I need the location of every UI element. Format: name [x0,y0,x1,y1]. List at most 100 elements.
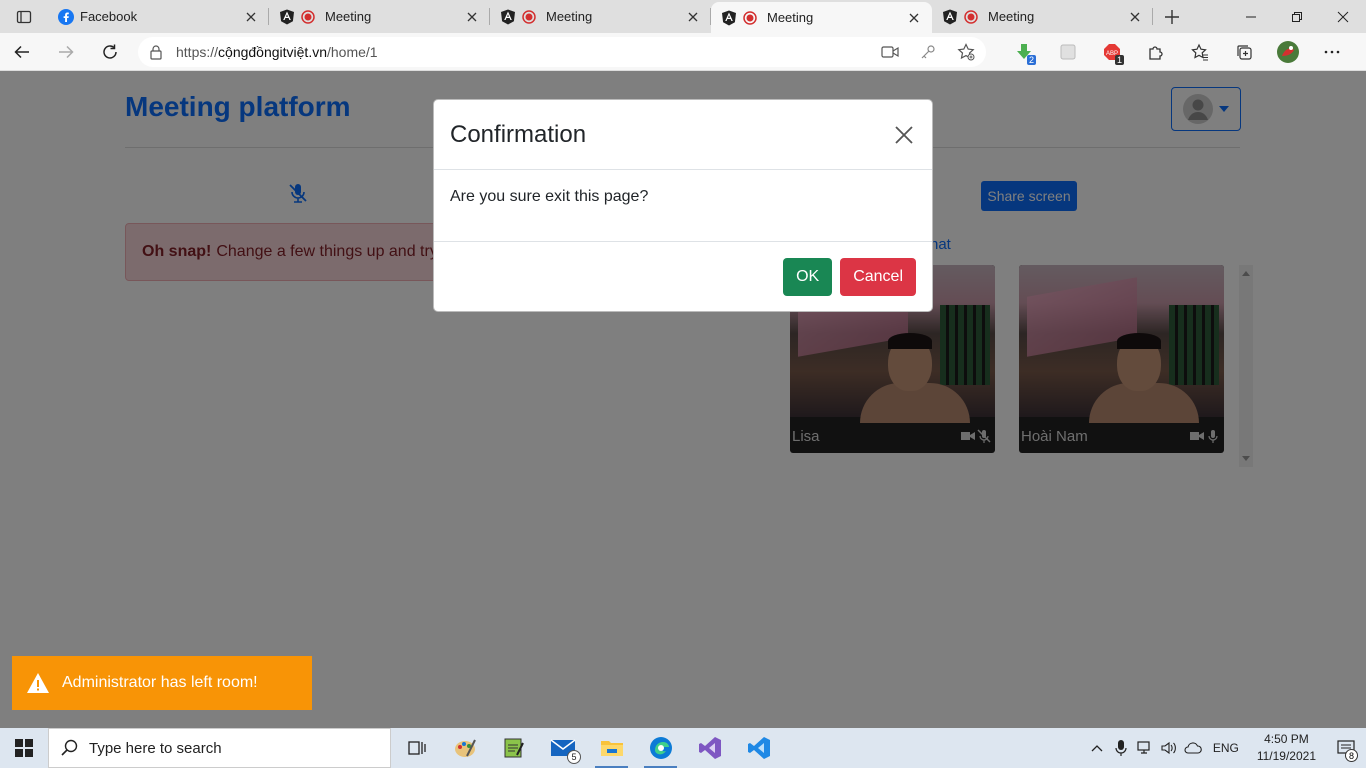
more-icon[interactable] [1310,33,1354,71]
favorites-icon[interactable] [1178,33,1222,71]
dialog-header: Confirmation [434,100,932,170]
recording-icon [743,10,757,25]
grey-extension-icon[interactable] [1046,33,1090,71]
browser-tab-strip: Facebook Meeting Meeting Meeting Meeting [0,0,1366,33]
puzzle-icon[interactable] [1134,33,1178,71]
refresh-icon [103,44,117,59]
dialog-footer: OK Cancel [434,242,932,312]
network-icon[interactable] [1133,728,1157,768]
extension-badge: 2 [1026,54,1036,65]
volume-icon[interactable] [1157,728,1181,768]
vscode-icon[interactable] [734,728,783,768]
edge-browser-icon[interactable] [636,728,685,768]
mail-app-icon[interactable]: 5 [538,728,587,768]
close-tab-icon[interactable] [685,9,701,25]
mail-unread-count: 5 [567,750,581,764]
dialog-title: Confirmation [450,120,587,148]
tab-title: Facebook [80,9,138,24]
lock-icon[interactable] [148,44,164,60]
address-bar[interactable]: https://cộngđồngitviệt.vn/home/1 [138,36,986,67]
dialog-message: Are you sure exit this page? [434,170,932,242]
angular-icon [501,9,515,24]
add-favorite-icon[interactable] [956,42,976,62]
minimize-icon [1246,16,1256,17]
plus-icon [1165,9,1179,24]
recording-icon [301,9,315,24]
search-icon [61,739,78,756]
action-center-button[interactable]: 8 [1326,728,1366,768]
cancel-button[interactable]: Cancel [840,258,916,296]
windows-logo-icon [15,739,33,757]
refresh-button[interactable] [88,33,132,71]
recording-icon [522,9,536,24]
input-language[interactable]: ENG [1213,741,1239,755]
clock-date: 11/19/2021 [1256,749,1316,763]
recording-icon [964,9,978,24]
tab-title: Meeting [325,9,372,24]
download-extension-icon[interactable]: 2 [1002,33,1046,71]
restore-button[interactable] [1274,0,1320,33]
tab-title: Meeting [546,9,593,24]
onedrive-cloud-icon[interactable] [1181,728,1205,768]
tab-meeting-4[interactable]: Meeting [932,0,1153,33]
notepad-app-icon[interactable] [489,728,538,768]
close-tab-icon[interactable] [243,9,259,25]
arrow-right-icon [59,45,74,58]
search-placeholder: Type here to search [89,739,222,757]
close-tab-icon[interactable] [906,10,922,26]
angular-icon [280,9,294,24]
new-tab-button[interactable] [1153,0,1191,33]
restore-icon [1292,11,1302,22]
confirmation-dialog: Confirmation Are you sure exit this page… [433,99,933,312]
tab-title: Meeting [988,9,1035,24]
microphone-tray-icon[interactable] [1109,728,1133,768]
angular-icon [722,10,736,25]
system-tray: ENG 4:50 PM 11/19/2021 8 [1085,728,1366,768]
tab-actions-menu-icon[interactable] [0,0,48,33]
camera-in-use-icon[interactable] [880,42,900,62]
close-icon[interactable] [892,123,916,147]
clock-time: 4:50 PM [1264,732,1309,746]
forward-button[interactable] [44,33,88,71]
tab-facebook[interactable]: Facebook [48,0,269,33]
task-view-icon[interactable] [391,728,440,768]
url-host: cộngđồngitviệt.vn [218,43,327,60]
start-button[interactable] [0,728,48,768]
close-tab-icon[interactable] [1127,9,1143,25]
taskbar-search-input[interactable]: Type here to search [48,728,391,768]
url-scheme: https:// [176,43,219,60]
visual-studio-icon[interactable] [685,728,734,768]
adblock-icon[interactable]: ABP 1 [1090,33,1134,71]
ok-button[interactable]: OK [783,258,833,296]
browser-toolbar: https://cộngđồngitviệt.vn/home/1 2 ABP 1 [0,33,1366,71]
tab-meeting-1[interactable]: Meeting [269,0,490,33]
back-button[interactable] [0,33,44,71]
close-window-button[interactable] [1320,0,1366,33]
angular-icon [943,9,957,24]
close-icon [1337,11,1349,22]
extensions-toolbar: 2 ABP 1 [1002,33,1354,71]
window-controls [1228,0,1366,33]
paint-app-icon[interactable] [440,728,489,768]
tab-meeting-2[interactable]: Meeting [490,0,711,33]
warning-toast[interactable]: Administrator has left room! [12,656,312,710]
facebook-icon [58,8,74,25]
extension-badge: 1 [1114,54,1124,65]
tab-title: Meeting [767,10,814,25]
url-text: https://cộngđồngitviệt.vn/home/1 [176,44,862,60]
close-tab-icon[interactable] [464,9,480,25]
toast-message: Administrator has left room! [62,674,258,691]
chevron-up-icon[interactable] [1085,728,1109,768]
profile-avatar[interactable] [1266,33,1310,71]
warning-icon [27,673,49,693]
url-path: /home/1 [327,43,378,60]
system-clock[interactable]: 4:50 PM 11/19/2021 [1257,731,1316,765]
windows-taskbar: Type here to search 5 ENG 4:50 PM 11/19/… [0,728,1366,768]
tab-meeting-active[interactable]: Meeting [711,2,932,33]
key-icon[interactable] [918,42,938,62]
arrow-left-icon [14,45,29,58]
file-explorer-icon[interactable] [587,728,636,768]
collections-icon[interactable] [1222,33,1266,71]
notification-count: 8 [1345,749,1358,762]
minimize-button[interactable] [1228,0,1274,33]
